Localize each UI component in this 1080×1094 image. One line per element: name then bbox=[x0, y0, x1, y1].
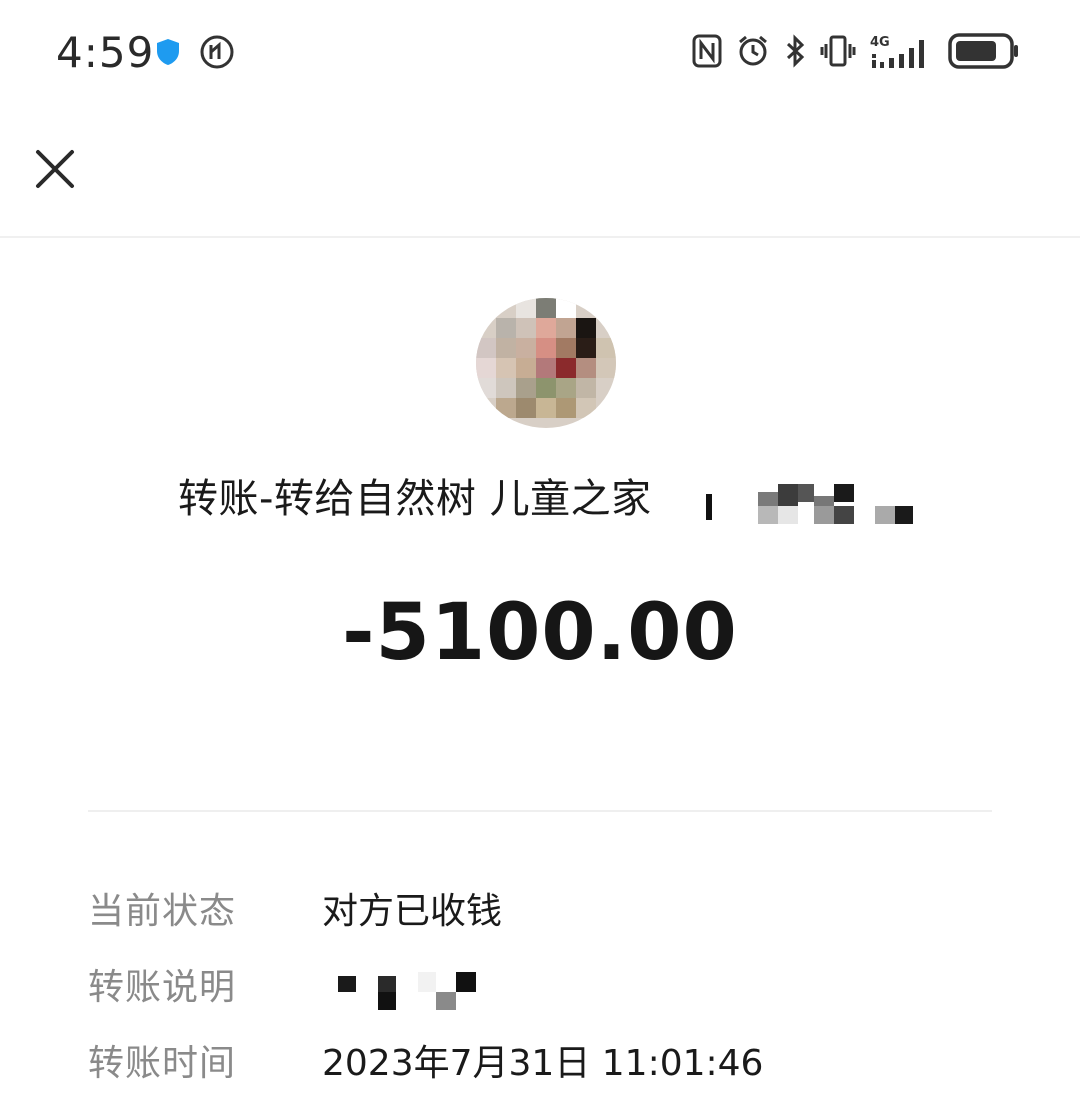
battery-icon bbox=[948, 32, 1020, 70]
vibrate-icon bbox=[820, 34, 856, 68]
close-button[interactable] bbox=[28, 142, 82, 196]
alarm-icon bbox=[736, 34, 770, 68]
status-right-icons: 4G bbox=[692, 32, 1020, 70]
detail-label: 转账时间 bbox=[88, 1043, 237, 1084]
divider bbox=[88, 810, 992, 812]
bluetooth-icon bbox=[784, 34, 806, 68]
status-left-icons bbox=[155, 34, 235, 74]
detail-row-note: 转账说明 bbox=[88, 958, 992, 1018]
status-time: 4:59 bbox=[56, 28, 155, 77]
nfc-icon bbox=[692, 34, 722, 68]
network-type-label: 4G bbox=[870, 35, 890, 50]
redacted-name-mosaic bbox=[700, 474, 920, 524]
hd-call-icon bbox=[199, 34, 235, 74]
shield-icon bbox=[155, 37, 181, 71]
signal-icon: 4G bbox=[870, 32, 934, 70]
detail-value: 对方已收钱 bbox=[322, 891, 503, 932]
status-bar: 4:59 4G bbox=[0, 0, 1080, 110]
detail-row-time: 转账时间 2023年7月31日 11:01:46 bbox=[88, 1034, 992, 1094]
transfer-title-row: 转账-转给自然树 儿童之家 bbox=[0, 466, 1080, 526]
detail-label: 转账说明 bbox=[88, 967, 237, 1008]
transfer-title: 转账-转给自然树 儿童之家 bbox=[178, 476, 652, 522]
detail-label: 当前状态 bbox=[88, 891, 237, 932]
nav-bar bbox=[0, 110, 1080, 238]
avatar bbox=[476, 298, 616, 428]
detail-row-status: 当前状态 对方已收钱 bbox=[88, 882, 992, 942]
detail-value: 2023年7月31日 11:01:46 bbox=[322, 1043, 764, 1084]
redacted-note-mosaic bbox=[338, 972, 478, 1012]
transfer-amount: -5100.00 bbox=[342, 588, 738, 678]
close-icon bbox=[36, 150, 74, 188]
